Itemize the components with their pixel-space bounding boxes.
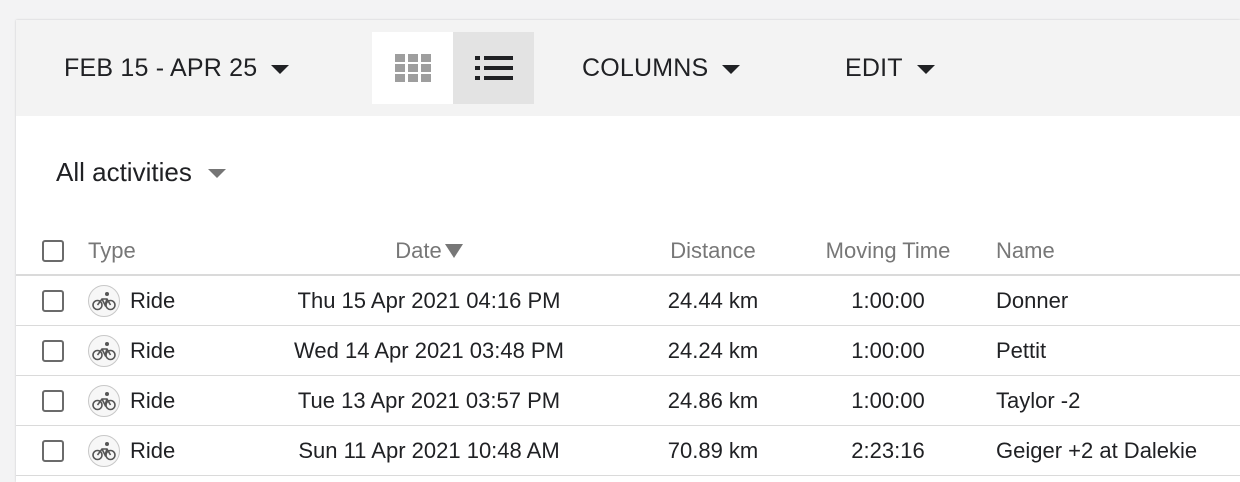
table-row[interactable]: Ride Tue 13 Apr 2021 03:57 PM 24.86 km 1… <box>16 376 1240 426</box>
activity-distance: 24.86 km <box>667 387 759 413</box>
row-checkbox[interactable] <box>42 439 64 462</box>
grid-icon <box>394 54 431 82</box>
caret-down-icon <box>722 64 741 74</box>
table-row[interactable]: Ride Wed 14 Apr 2021 03:48 PM 24.24 km 1… <box>16 326 1240 376</box>
activity-name-link[interactable]: Geiger +2 at Dalekie <box>996 426 1197 475</box>
row-checkbox[interactable] <box>42 389 64 412</box>
view-toggle <box>372 32 534 104</box>
bicycle-icon <box>88 334 120 367</box>
activities-card: FEB 15 - APR 25 COLUMNS EDIT All activit… <box>16 20 1240 482</box>
caret-down-icon <box>271 64 290 74</box>
activity-moving-time: 1:00:00 <box>851 387 925 413</box>
distance-column-header[interactable]: Distance <box>648 228 778 274</box>
list-icon <box>474 56 513 80</box>
select-all-checkbox[interactable] <box>42 240 64 262</box>
edit-dropdown[interactable]: EDIT <box>845 20 935 116</box>
activity-date: Wed 14 Apr 2021 03:48 PM <box>294 337 564 363</box>
list-view-button[interactable] <box>453 32 534 104</box>
columns-dropdown[interactable]: COLUMNS <box>582 20 741 116</box>
toolbar: FEB 15 - APR 25 COLUMNS EDIT <box>16 20 1240 116</box>
activity-name-link[interactable]: Pettit <box>996 326 1046 375</box>
activity-type: Ride <box>130 287 176 313</box>
columns-label: COLUMNS <box>582 53 709 82</box>
moving-time-column-header[interactable]: Moving Time <box>816 228 960 274</box>
date-range-dropdown[interactable]: FEB 15 - APR 25 <box>64 20 290 116</box>
row-checkbox[interactable] <box>42 339 64 362</box>
activity-type: Ride <box>130 387 176 413</box>
activity-date: Thu 15 Apr 2021 04:16 PM <box>297 287 561 313</box>
activity-date: Sun 11 Apr 2021 10:48 AM <box>298 437 560 463</box>
bicycle-icon <box>88 284 120 317</box>
activity-filter-label: All activities <box>56 156 192 187</box>
table-header: Type Date Distance Moving Time Name <box>16 228 1240 276</box>
type-column-header[interactable]: Type <box>88 228 136 274</box>
activity-distance: 70.89 km <box>667 437 759 463</box>
sort-descending-icon <box>444 244 463 258</box>
activities-table: Type Date Distance Moving Time Name Ride… <box>16 228 1240 476</box>
bicycle-icon <box>88 384 120 417</box>
bicycle-icon <box>88 434 120 467</box>
caret-down-icon <box>916 64 935 74</box>
caret-down-icon <box>207 168 226 178</box>
table-row[interactable]: Ride Sun 11 Apr 2021 10:48 AM 70.89 km 2… <box>16 426 1240 476</box>
activity-distance: 24.24 km <box>667 337 759 363</box>
grid-view-button[interactable] <box>372 32 453 104</box>
activity-moving-time: 1:00:00 <box>851 337 925 363</box>
name-column-header[interactable]: Name <box>996 228 1055 274</box>
activity-filter-dropdown[interactable]: All activities <box>56 152 226 192</box>
date-column-header[interactable]: Date <box>256 228 602 274</box>
activity-date: Tue 13 Apr 2021 03:57 PM <box>297 387 561 413</box>
edit-label: EDIT <box>845 53 903 82</box>
activity-moving-time: 2:23:16 <box>851 437 925 463</box>
activity-name-link[interactable]: Donner <box>996 276 1068 325</box>
activity-type: Ride <box>130 437 176 463</box>
activity-type: Ride <box>130 337 176 363</box>
activity-moving-time: 1:00:00 <box>851 287 925 313</box>
activity-distance: 24.44 km <box>667 287 759 313</box>
table-row[interactable]: Ride Thu 15 Apr 2021 04:16 PM 24.44 km 1… <box>16 276 1240 326</box>
activity-name-link[interactable]: Taylor -2 <box>996 376 1080 425</box>
row-checkbox[interactable] <box>42 289 64 312</box>
date-range-label: FEB 15 - APR 25 <box>64 53 258 82</box>
